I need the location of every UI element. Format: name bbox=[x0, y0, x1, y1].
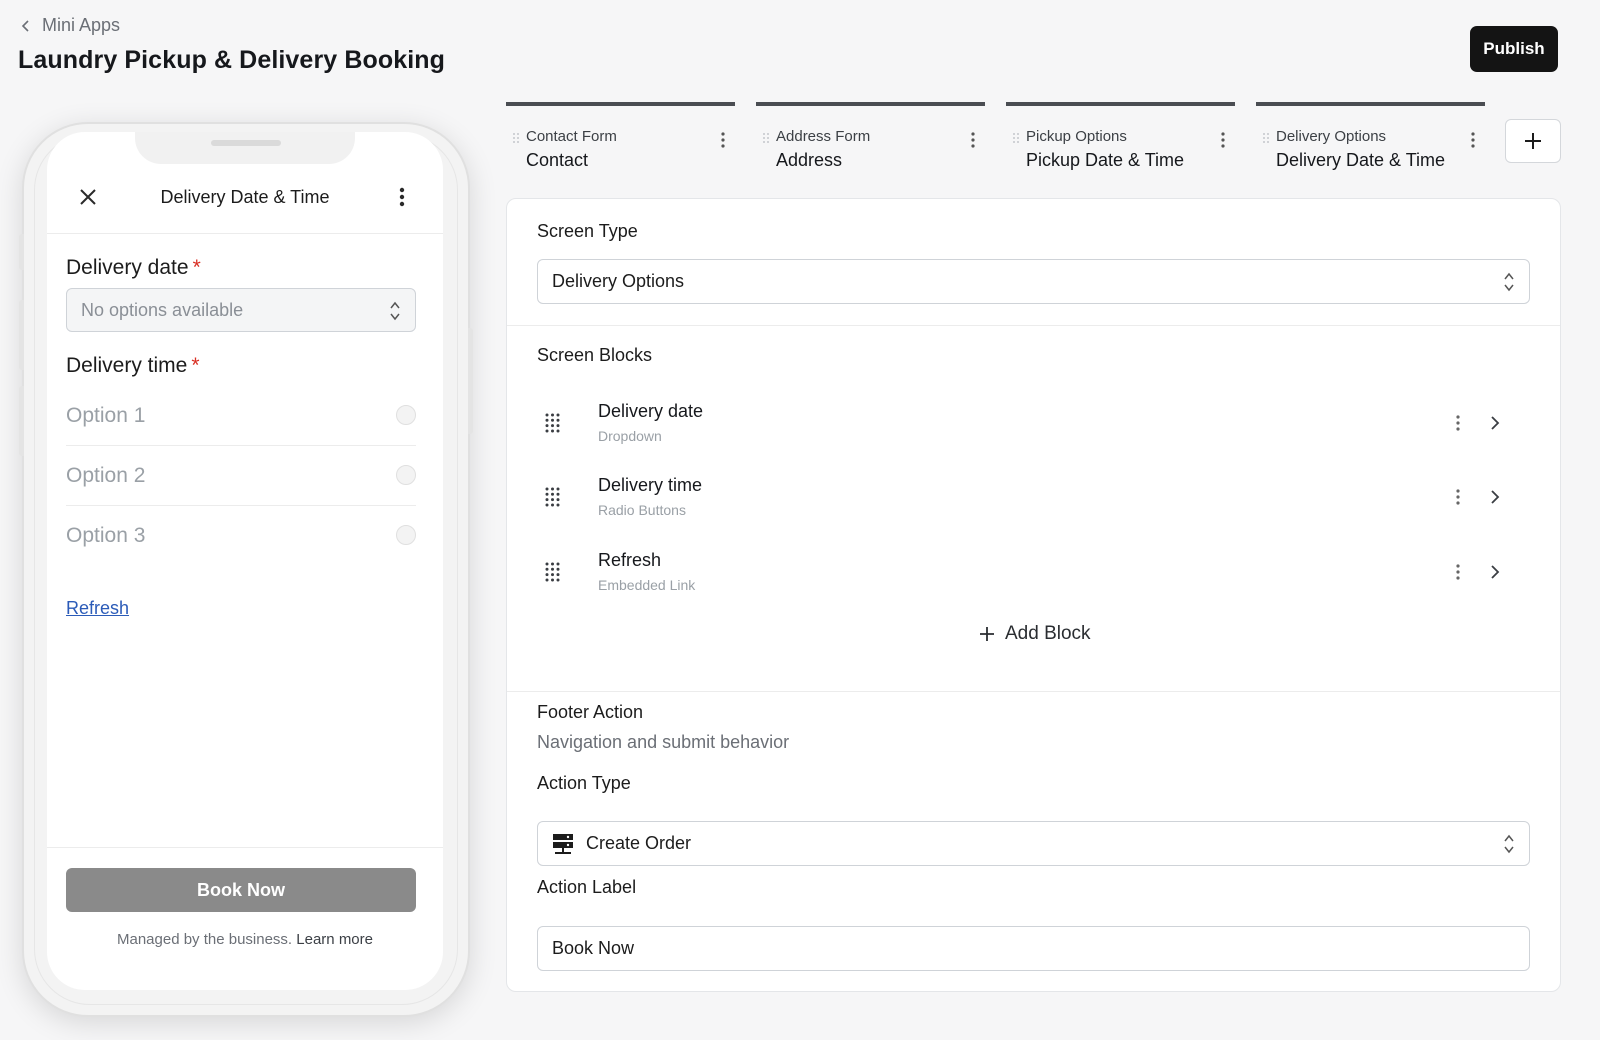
breadcrumb-label: Mini Apps bbox=[42, 15, 121, 35]
radio-option[interactable]: Option 3 bbox=[66, 506, 416, 566]
required-mark: * bbox=[191, 354, 200, 377]
tab-contact[interactable]: Contact Form Contact bbox=[506, 102, 735, 174]
block-type: Embedded Link bbox=[598, 577, 696, 593]
add-block-button[interactable]: Add Block bbox=[979, 623, 1091, 645]
add-screen-button[interactable] bbox=[1505, 119, 1561, 163]
breadcrumb-back-link[interactable]: Mini Apps bbox=[20, 15, 120, 36]
phone-side-button bbox=[19, 386, 24, 456]
radio-option[interactable]: Option 2 bbox=[66, 446, 416, 506]
tab-pickup-options[interactable]: Pickup Options Pickup Date & Time bbox=[1006, 102, 1235, 174]
block-row-delivery-date[interactable]: Delivery date Dropdown bbox=[537, 395, 1500, 455]
block-title: Refresh bbox=[598, 550, 662, 570]
plus-icon bbox=[980, 627, 994, 641]
drag-handle-icon[interactable] bbox=[1262, 132, 1270, 144]
phone-side-button bbox=[19, 234, 24, 270]
chevron-up-down-icon bbox=[1504, 834, 1514, 854]
footer-action-description: Navigation and submit behavior bbox=[537, 732, 790, 752]
delivery-date-placeholder: No options available bbox=[81, 299, 244, 320]
tab-subtitle: Delivery Options bbox=[1276, 128, 1387, 145]
tab-subtitle: Address Form bbox=[776, 128, 871, 145]
footer-action-label: Footer Action bbox=[537, 702, 644, 722]
chevron-right-icon bbox=[1491, 490, 1500, 504]
phone-side-button bbox=[19, 300, 24, 370]
radio-circle-icon bbox=[396, 525, 416, 545]
block-row-delivery-time[interactable]: Delivery time Radio Buttons bbox=[537, 469, 1500, 529]
add-block-label: Add Block bbox=[1005, 623, 1091, 644]
more-vertical-icon[interactable] bbox=[971, 132, 975, 148]
required-mark: * bbox=[192, 256, 201, 279]
more-vertical-icon[interactable] bbox=[1471, 132, 1475, 148]
more-vertical-icon[interactable] bbox=[399, 187, 405, 207]
more-vertical-icon[interactable] bbox=[1456, 489, 1460, 505]
chevron-up-down-icon bbox=[1504, 272, 1514, 292]
tab-address[interactable]: Address Form Address bbox=[756, 102, 985, 174]
delivery-date-select[interactable]: No options available bbox=[66, 288, 416, 332]
more-vertical-icon[interactable] bbox=[1221, 132, 1225, 148]
action-label-label: Action Label bbox=[537, 877, 637, 897]
block-row-refresh[interactable]: Refresh Embedded Link bbox=[537, 544, 1500, 604]
plus-icon bbox=[1525, 133, 1541, 149]
block-type: Radio Buttons bbox=[598, 502, 686, 518]
page-title: Laundry Pickup & Delivery Booking bbox=[18, 46, 446, 74]
block-title: Delivery time bbox=[598, 475, 703, 495]
book-now-button[interactable]: Book Now bbox=[66, 868, 416, 912]
more-vertical-icon[interactable] bbox=[1456, 564, 1460, 580]
action-type-label: Action Type bbox=[537, 773, 631, 793]
phone-notch bbox=[135, 132, 355, 164]
screen-type-select[interactable]: Delivery Options bbox=[537, 259, 1530, 304]
drag-handle-icon[interactable] bbox=[512, 132, 520, 144]
tab-title: Delivery Date & Time bbox=[1276, 150, 1446, 170]
delivery-date-label: Delivery date * bbox=[66, 256, 201, 279]
action-type-select[interactable]: Create Order bbox=[537, 821, 1530, 866]
phone-footer: Book Now Managed by the business. Learn … bbox=[47, 847, 443, 990]
screen-type-value: Delivery Options bbox=[552, 271, 685, 291]
drag-handle-icon[interactable] bbox=[545, 562, 560, 582]
tab-subtitle: Pickup Options bbox=[1026, 128, 1127, 145]
radio-circle-icon bbox=[396, 465, 416, 485]
drag-handle-icon[interactable] bbox=[1012, 132, 1020, 144]
publish-button[interactable]: Publish bbox=[1470, 26, 1558, 72]
drag-handle-icon[interactable] bbox=[545, 413, 560, 433]
tab-title: Address bbox=[776, 150, 843, 170]
drag-handle-icon[interactable] bbox=[545, 487, 560, 507]
managed-by-text: Managed by the business. Learn more bbox=[116, 931, 373, 948]
drag-handle-icon[interactable] bbox=[762, 132, 770, 144]
chevron-right-icon bbox=[1491, 565, 1500, 579]
delivery-time-label: Delivery time * bbox=[66, 354, 200, 377]
more-vertical-icon[interactable] bbox=[1456, 415, 1460, 431]
tab-delivery-options[interactable]: Delivery Options Delivery Date & Time bbox=[1256, 102, 1485, 174]
action-type-value: Create Order bbox=[586, 833, 692, 853]
tab-title: Pickup Date & Time bbox=[1026, 150, 1185, 170]
action-label-input[interactable] bbox=[537, 926, 1530, 971]
block-type: Dropdown bbox=[598, 428, 662, 444]
chevron-right-icon bbox=[1491, 416, 1500, 430]
server-icon bbox=[553, 833, 573, 854]
screen-editor-panel: Screen Type Delivery Options Screen Bloc… bbox=[506, 198, 1561, 992]
phone-screen-title: Delivery Date & Time bbox=[160, 187, 330, 207]
screen-type-label: Screen Type bbox=[537, 221, 638, 241]
phone-side-button bbox=[468, 328, 473, 434]
learn-more-link[interactable]: Learn more bbox=[296, 931, 373, 948]
phone-screen: Delivery Date & Time Delivery date * No o… bbox=[47, 132, 443, 990]
block-title: Delivery date bbox=[598, 401, 704, 421]
tab-subtitle: Contact Form bbox=[526, 128, 617, 145]
more-vertical-icon[interactable] bbox=[721, 132, 725, 148]
phone-screen-header: Delivery Date & Time bbox=[47, 172, 443, 234]
chevron-left-icon bbox=[21, 19, 29, 32]
chevron-up-down-icon bbox=[390, 301, 400, 321]
tab-title: Contact bbox=[526, 150, 589, 170]
radio-circle-icon bbox=[396, 405, 416, 425]
refresh-link[interactable]: Refresh bbox=[66, 598, 129, 619]
screen-blocks-label: Screen Blocks bbox=[537, 345, 653, 365]
radio-option[interactable]: Option 1 bbox=[66, 386, 416, 446]
